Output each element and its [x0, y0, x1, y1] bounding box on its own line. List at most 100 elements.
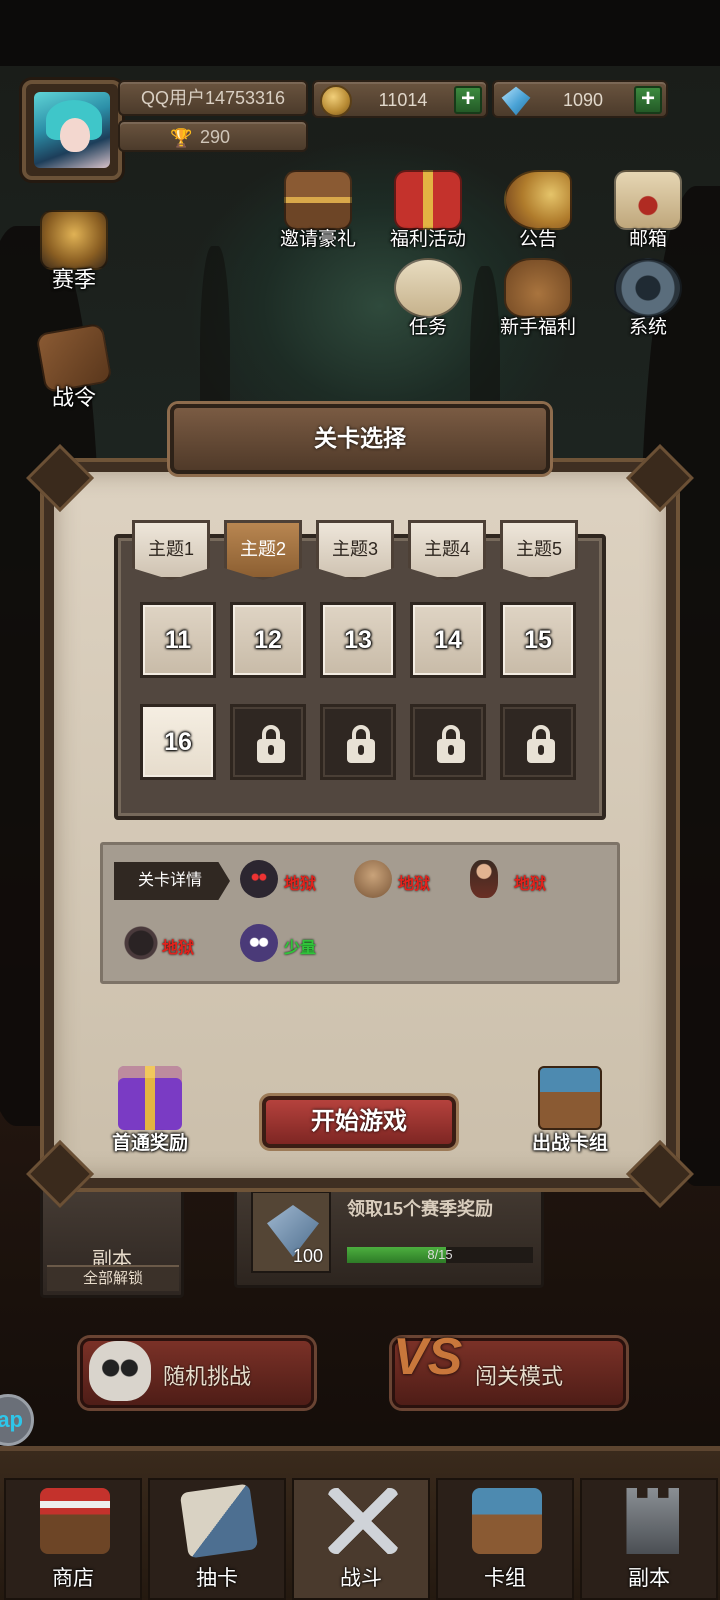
battle-pass-label: 战令	[51, 385, 96, 410]
add-gems-button[interactable]: +	[634, 86, 662, 114]
nav-card-draw[interactable]: 抽卡	[148, 1478, 286, 1600]
level-tile-locked[interactable]	[230, 704, 306, 780]
level-number: 15	[524, 626, 552, 654]
purple-blob-icon	[240, 924, 278, 962]
welfare-event-button[interactable]: 福利活动	[380, 168, 476, 264]
avatar-portrait	[34, 92, 110, 168]
tab-label: 主题5	[515, 539, 562, 559]
level-tile-locked[interactable]	[410, 704, 486, 780]
furry-demon-icon	[240, 860, 278, 898]
season-button[interactable]: 赛季	[26, 208, 122, 304]
level-tile-current[interactable]: 16	[140, 704, 216, 780]
tab-label: 主题1	[147, 539, 194, 559]
monster-difficulty: 少量	[284, 940, 317, 957]
add-coins-button[interactable]: +	[454, 86, 482, 114]
level-tile[interactable]: 14	[410, 602, 486, 678]
trophy-cup-icon	[40, 210, 108, 270]
gift-box-icon	[118, 1066, 182, 1130]
first-clear-reward-button[interactable]: 首通奖励	[90, 1066, 210, 1166]
season-label: 赛季	[51, 267, 96, 292]
tab-label: 主题2	[239, 539, 286, 559]
mailbox-button[interactable]: 邮箱	[600, 168, 696, 264]
tab-theme-5[interactable]: 主题5	[500, 520, 578, 580]
start-game-button[interactable]: 开始游戏	[262, 1096, 456, 1148]
nav-dungeon[interactable]: 副本	[580, 1478, 718, 1600]
tab-theme-4[interactable]: 主题4	[408, 520, 486, 580]
dialog-title: 关卡选择	[314, 425, 406, 451]
nav-battle[interactable]: 战斗	[292, 1478, 430, 1600]
tab-theme-2[interactable]: 主题2	[224, 520, 302, 580]
announcement-button[interactable]: 公告	[490, 168, 586, 264]
tab-theme-3[interactable]: 主题3	[316, 520, 394, 580]
beginner-welfare-button[interactable]: 新手福利	[490, 256, 586, 352]
level-tile-locked[interactable]	[500, 704, 576, 780]
trophy-icon: 🏆	[170, 128, 193, 148]
level-tile[interactable]: 12	[230, 602, 306, 678]
tab-theme-1[interactable]: 主题1	[132, 520, 210, 580]
level-details-tag: 关卡详情	[114, 862, 230, 900]
lock-icon	[347, 725, 375, 763]
level-tile[interactable]: 15	[500, 602, 576, 678]
lock-icon	[527, 725, 555, 763]
level-tile[interactable]: 13	[320, 602, 396, 678]
nav-shop-label: 商店	[52, 1567, 94, 1590]
dialog-title-plank: 关卡选择	[170, 404, 550, 474]
lock-icon	[437, 725, 465, 763]
season-progress-bar: 8/15	[347, 1247, 533, 1263]
dungeon-tower-icon	[626, 1488, 679, 1554]
coin-bar: 11014 +	[312, 80, 488, 118]
coin-icon	[320, 85, 352, 117]
battle-deck-label: 出战卡组	[531, 1133, 608, 1154]
announcement-label: 公告	[518, 229, 557, 250]
stage-mode-label: 闯关模式	[475, 1364, 564, 1389]
nav-deck[interactable]: 卡组	[436, 1478, 574, 1600]
mail-icon	[614, 170, 682, 230]
level-number: 11	[164, 626, 192, 654]
monster-difficulty: 地狱	[514, 876, 547, 893]
level-tile-locked[interactable]	[320, 704, 396, 780]
level-tile[interactable]: 11	[140, 602, 216, 678]
treasure-chest-icon	[284, 170, 352, 230]
nav-shop[interactable]: 商店	[4, 1478, 142, 1600]
nav-card-draw-label: 抽卡	[196, 1567, 238, 1590]
dungeon-unlock-all: 全部解锁	[47, 1265, 179, 1291]
tasks-label: 任务	[408, 317, 447, 338]
username-bar[interactable]: QQ用户14753316	[118, 80, 308, 116]
season-reward-title: 领取15个赛季奖励	[347, 1199, 494, 1219]
bandit-warrior-icon	[470, 860, 498, 898]
random-challenge-button[interactable]: 随机挑战	[80, 1338, 314, 1408]
start-game-label: 开始游戏	[311, 1108, 407, 1135]
beginner-welfare-label: 新手福利	[499, 317, 576, 338]
stage-mode-button[interactable]: VS 闯关模式	[392, 1328, 626, 1408]
level-details-label: 关卡详情	[138, 872, 203, 889]
lock-icon	[257, 725, 285, 763]
system-button[interactable]: 系统	[600, 256, 696, 352]
gem-reward-count: 100	[292, 1246, 323, 1266]
battle-pass-button[interactable]: 战令	[26, 322, 122, 422]
card-draw-icon	[179, 1483, 259, 1559]
battle-deck-button[interactable]: 出战卡组	[510, 1066, 630, 1166]
monster-entry[interactable]: 地狱	[118, 922, 238, 966]
welfare-event-label: 福利活动	[389, 229, 466, 250]
tasks-button[interactable]: 任务	[380, 256, 476, 352]
megaphone-icon	[504, 170, 572, 230]
card-deck-chest-icon	[472, 1488, 542, 1554]
settings-gear-icon	[614, 258, 682, 318]
monster-entry[interactable]: 地狱	[470, 858, 590, 902]
gem-reward-box: 100	[251, 1191, 331, 1273]
nav-dungeon-label: 副本	[628, 1567, 670, 1590]
gem-count: 1090	[562, 90, 604, 110]
player-avatar[interactable]	[22, 80, 122, 180]
diamond-icon	[501, 86, 531, 116]
monster-entry[interactable]: 地狱	[240, 858, 360, 902]
level-number: 13	[344, 626, 372, 654]
system-label: 系统	[628, 317, 667, 338]
monster-entry[interactable]: 少量	[240, 922, 360, 966]
nav-deck-label: 卡组	[484, 1567, 526, 1590]
trophy-count: 290	[200, 127, 231, 147]
invite-gift-button[interactable]: 邀请豪礼	[270, 168, 366, 264]
monster-difficulty: 地狱	[284, 876, 317, 893]
task-scroll-icon	[394, 258, 462, 318]
brute-ogre-icon	[354, 860, 392, 898]
monster-entry[interactable]: 地狱	[354, 858, 474, 902]
